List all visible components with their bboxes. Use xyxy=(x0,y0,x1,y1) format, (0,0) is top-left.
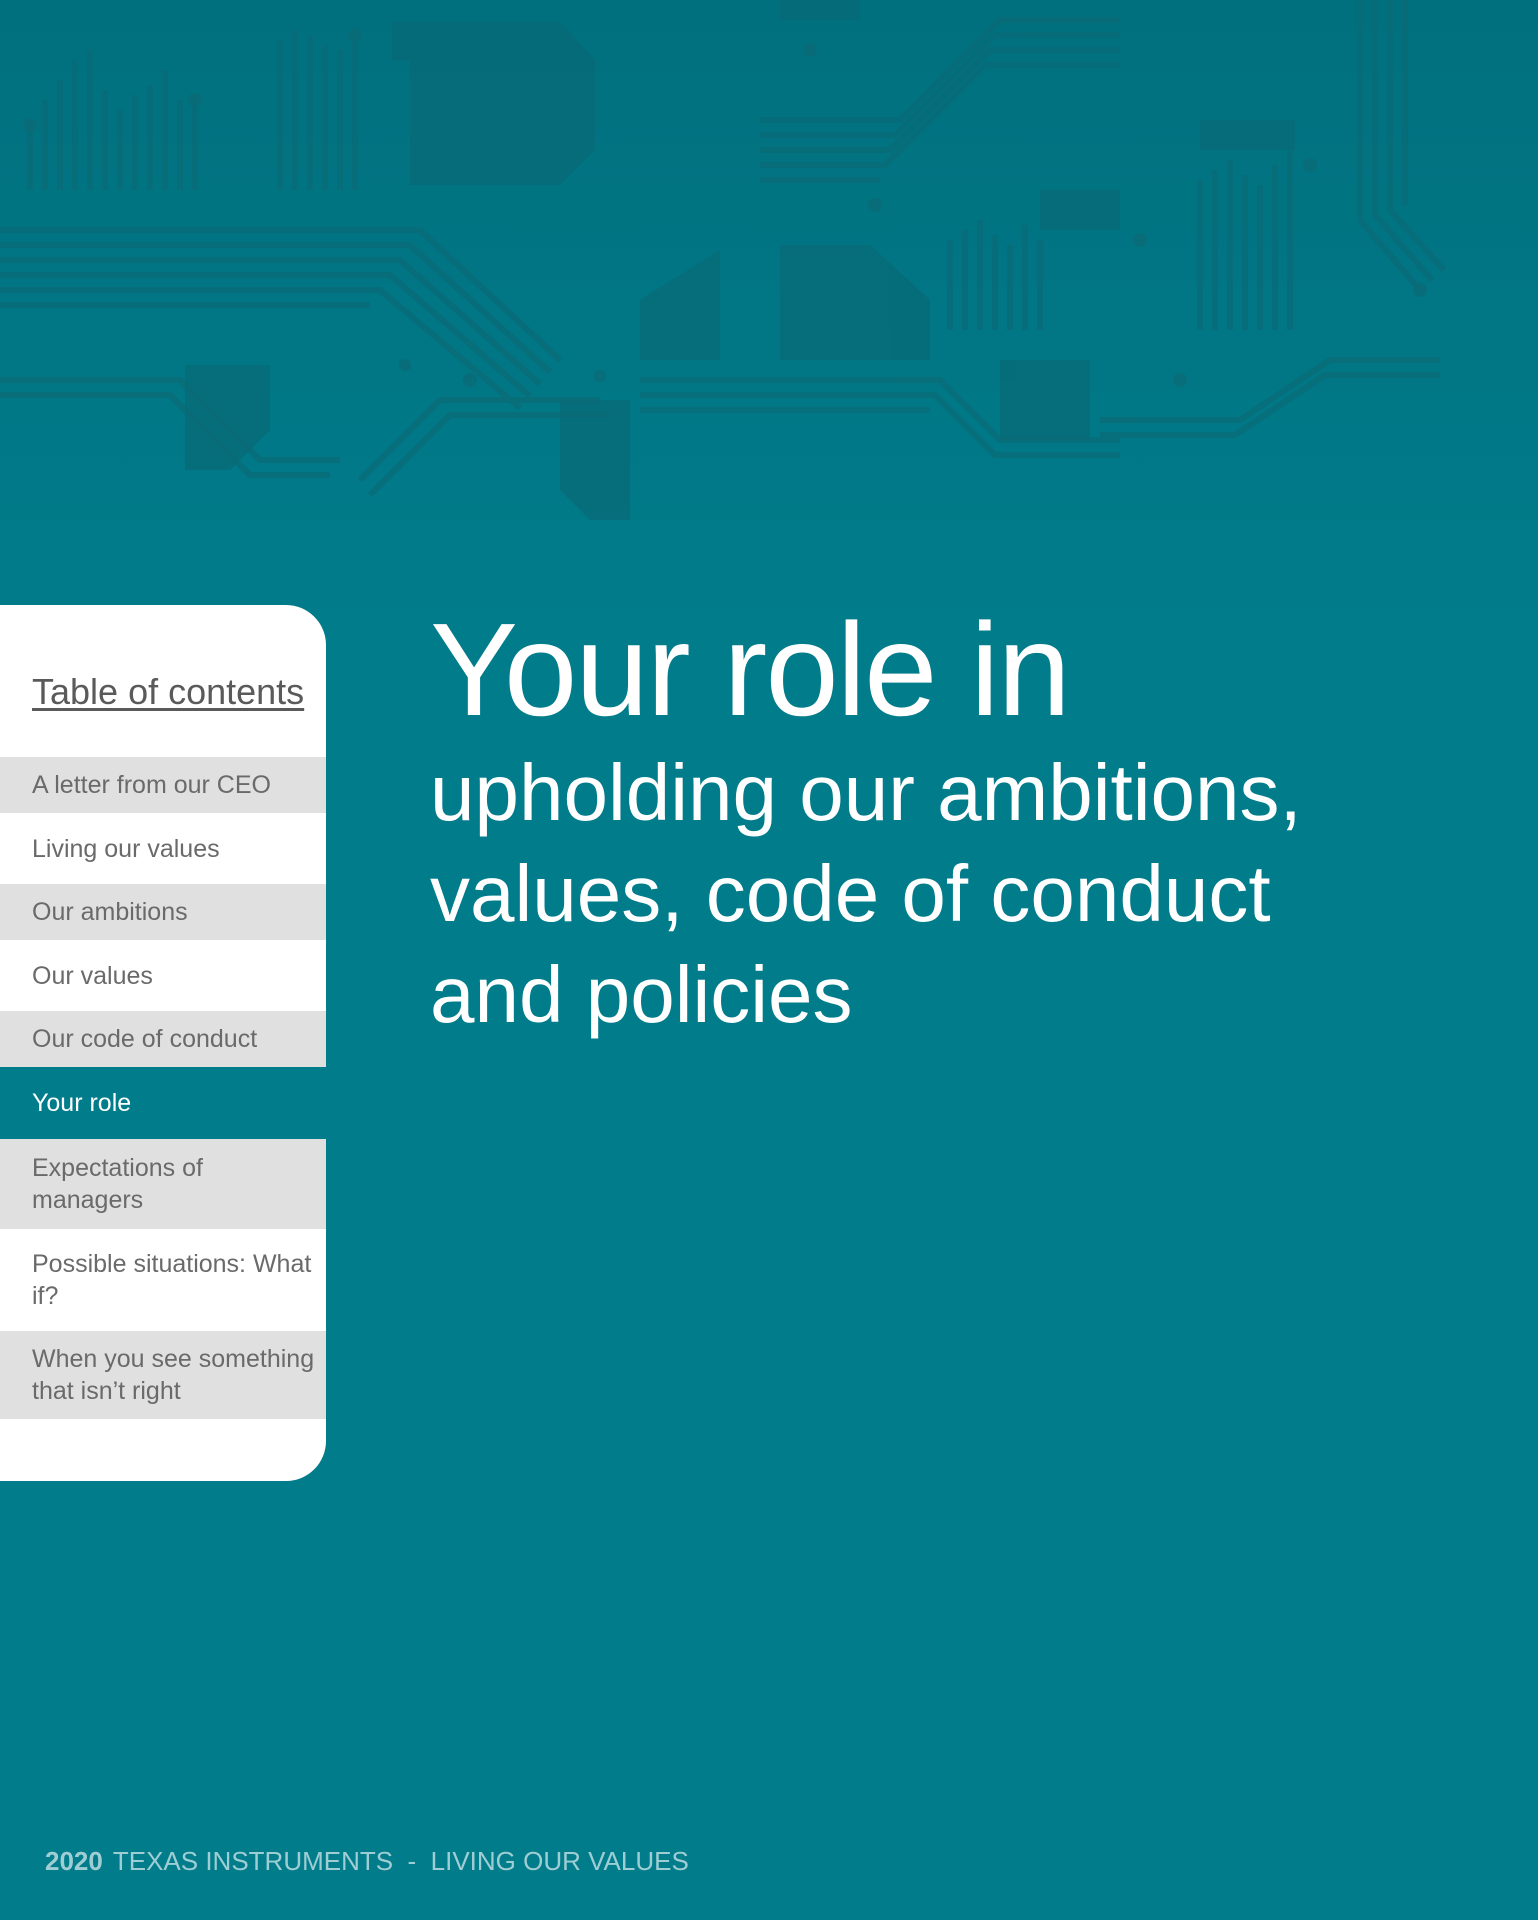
toc-item-label: Our ambitions xyxy=(32,898,188,926)
toc-item-expectations-of-managers[interactable]: Expectations of managers xyxy=(0,1139,326,1229)
toc-item-our-code-of-conduct[interactable]: Our code of conduct xyxy=(0,1011,326,1067)
table-of-contents-panel: Table of contents A letter from our CEO … xyxy=(0,605,326,1481)
circuit-board-background xyxy=(0,0,1538,640)
toc-item-your-role[interactable]: Your role xyxy=(0,1067,326,1139)
toc-item-label: When you see something that isn’t right xyxy=(32,1345,315,1405)
toc-item-possible-situations[interactable]: Possible situations: What if? xyxy=(0,1229,326,1331)
toc-item-living-our-values[interactable]: Living our values xyxy=(0,813,326,884)
toc-item-label: Living our values xyxy=(32,834,220,863)
toc-item-label: Expectations of managers xyxy=(32,1154,203,1214)
toc-item-label: A letter from our CEO xyxy=(32,771,271,799)
toc-item-label: Your role xyxy=(32,1089,132,1117)
toc-item-our-ambitions[interactable]: Our ambitions xyxy=(0,884,326,940)
toc-item-label: Possible situations: What if? xyxy=(32,1250,312,1310)
footer-year: 2020 xyxy=(45,1846,103,1876)
page-headline: Your role in upholding our ambitions, va… xyxy=(430,600,1390,1045)
page-footer: 2020 TEXAS INSTRUMENTS - LIVING OUR VALUE… xyxy=(45,1846,689,1877)
footer-text: TEXAS INSTRUMENTS - LIVING OUR VALUES xyxy=(112,1846,689,1876)
headline-title: Your role in xyxy=(430,596,1071,743)
toc-item-when-you-see-something[interactable]: When you see something that isn’t right xyxy=(0,1331,326,1419)
headline-subtitle: upholding our ambitions, values, code of… xyxy=(430,748,1302,1039)
toc-item-letter-from-ceo[interactable]: A letter from our CEO xyxy=(0,757,326,813)
toc-item-our-values[interactable]: Our values xyxy=(0,940,326,1011)
toc-item-label: Our code of conduct xyxy=(32,1025,258,1053)
toc-list: A letter from our CEO Living our values … xyxy=(0,757,326,1419)
toc-title[interactable]: Table of contents xyxy=(32,671,304,713)
toc-item-label: Our values xyxy=(32,961,153,990)
